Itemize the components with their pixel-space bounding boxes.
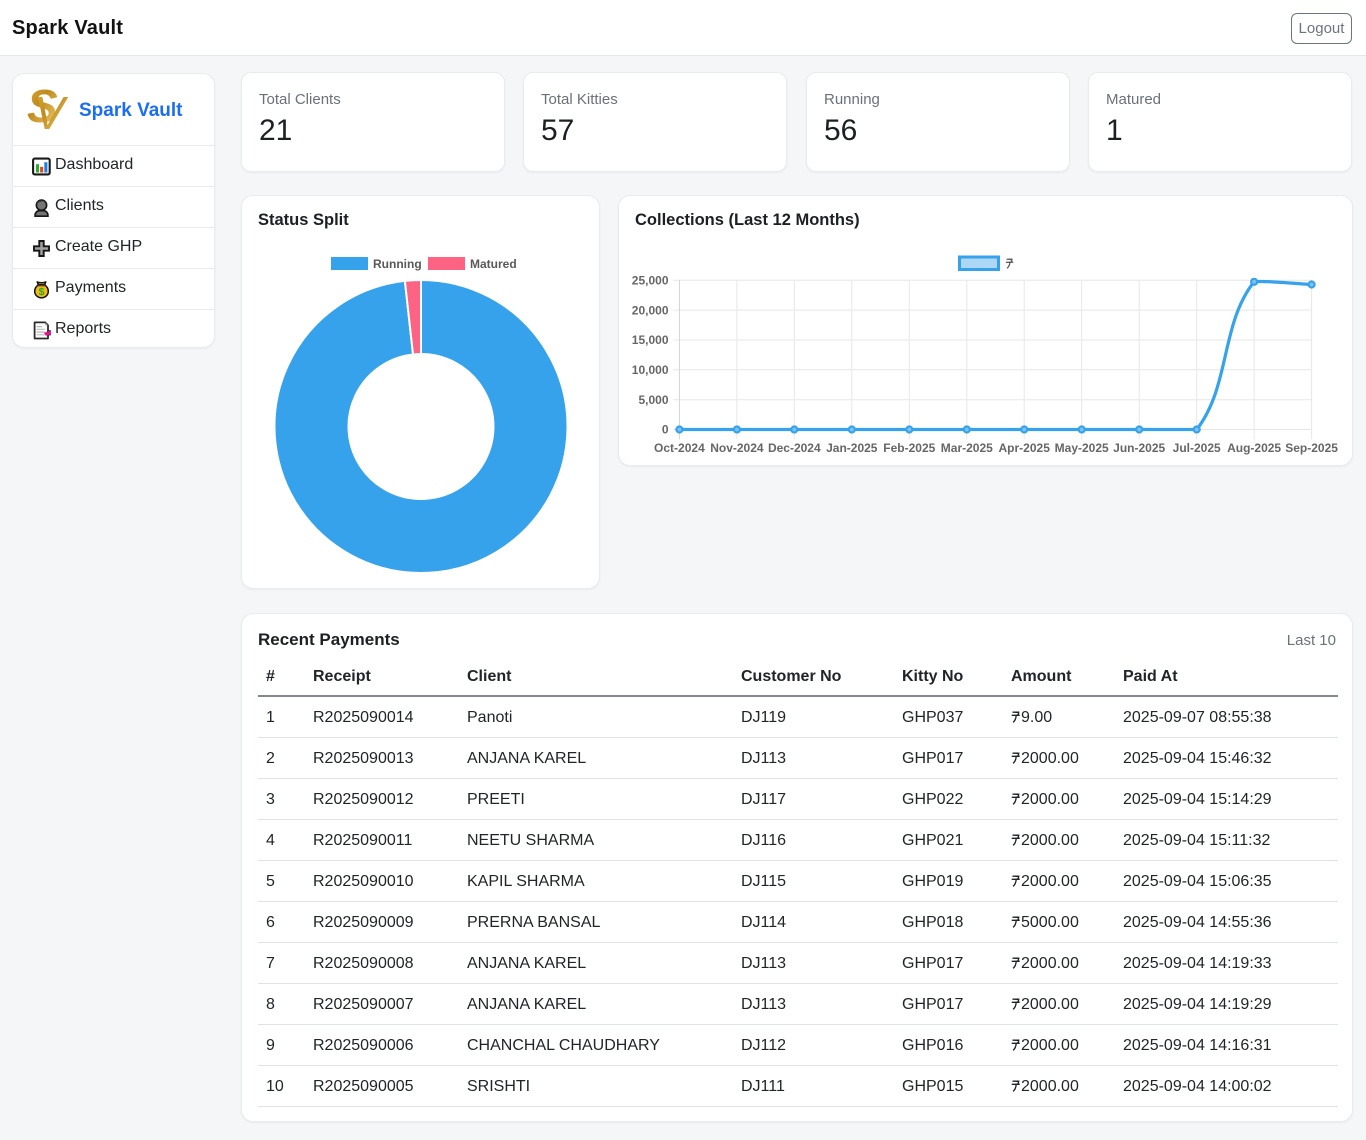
svg-text:Mar-2025: Mar-2025 (941, 441, 993, 455)
svg-text:10,000: 10,000 (632, 363, 669, 377)
svg-text:5,000: 5,000 (638, 393, 668, 407)
svg-text:V: V (34, 87, 69, 131)
svg-text:Nov-2024: Nov-2024 (710, 441, 764, 455)
svg-text:$: $ (39, 286, 45, 298)
svg-text:Feb-2025: Feb-2025 (883, 441, 935, 455)
svg-text:Oct-2024: Oct-2024 (654, 441, 705, 455)
svg-text:20,000: 20,000 (632, 303, 669, 317)
svg-text:15,000: 15,000 (632, 333, 669, 347)
svg-text:May-2025: May-2025 (1055, 441, 1109, 455)
svg-text:Sep-2025: Sep-2025 (1285, 441, 1338, 455)
svg-text:Running: Running (373, 257, 422, 271)
svg-text:Aug-2025: Aug-2025 (1227, 441, 1281, 455)
svg-text:0: 0 (662, 423, 669, 437)
svg-text:Dec-2024: Dec-2024 (768, 441, 821, 455)
svg-text:Jun-2025: Jun-2025 (1113, 441, 1165, 455)
svg-text:Jan-2025: Jan-2025 (826, 441, 878, 455)
svg-text:Matured: Matured (470, 257, 517, 271)
svg-text:25,000: 25,000 (632, 274, 669, 288)
svg-text:Apr-2025: Apr-2025 (999, 441, 1051, 455)
svg-text:Jul-2025: Jul-2025 (1173, 441, 1221, 455)
